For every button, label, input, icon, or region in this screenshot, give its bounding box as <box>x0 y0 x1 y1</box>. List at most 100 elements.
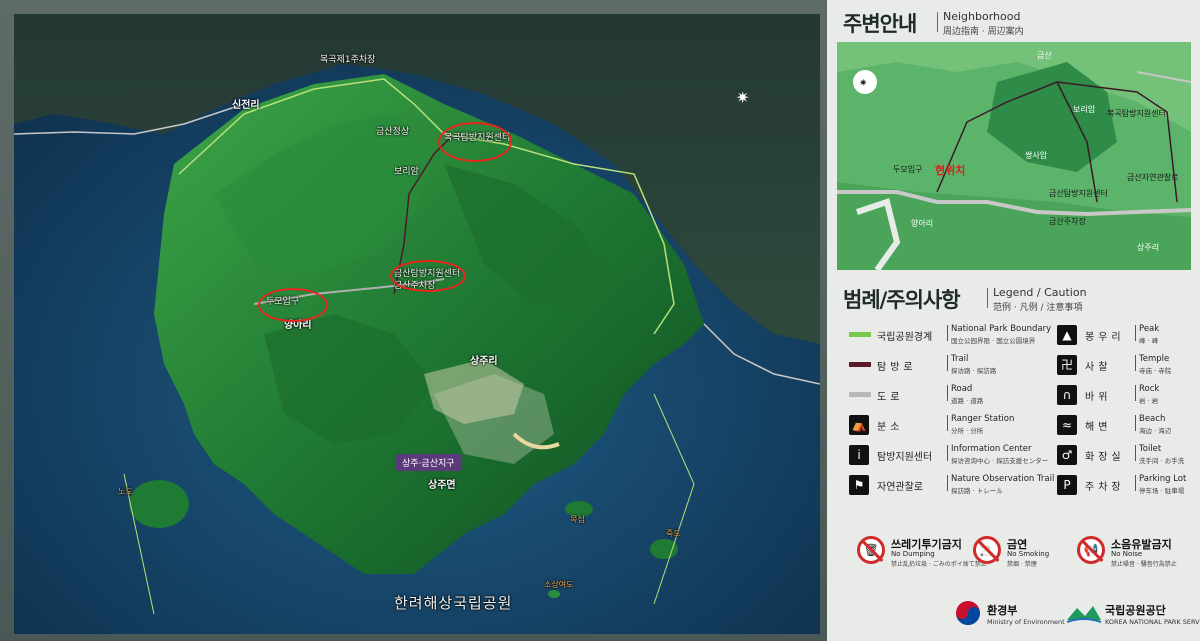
legend-icon: ▲ <box>1057 325 1077 345</box>
legend-label-ko: 봉우리 <box>1085 332 1125 343</box>
knps-name-en: KOREA NATIONAL PARK SERVICE <box>1105 618 1200 626</box>
prohibition-icon: 🗑 <box>857 536 885 564</box>
label-sohong: 소상여도 <box>544 580 574 589</box>
legend-item: ▲ 봉우리 Peak 峰 · 峰 <box>1057 322 1197 348</box>
legend-item: i 탐방지원센터 Information Center 探访咨询中心 · 探訪支援セン… <box>849 442 1049 468</box>
legend-label-sub: 探访咨询中心 · 探訪支援センター <box>951 457 1049 465</box>
nb-doyo-entrance: 두모입구 <box>893 165 923 174</box>
caution-item: 🗑 쓰레기투기금지 No Dumping 禁止乱扔垃圾 · ごみのポイ捨て禁止 <box>857 536 987 572</box>
legend-item: 탐방로 Trail 探访路 · 探訪路 <box>849 352 1049 378</box>
nb-sangsaram: 쌍사암 <box>1025 151 1048 160</box>
legend-line-swatch <box>849 362 871 367</box>
legend-label-ko: 자연관찰로 <box>877 482 923 493</box>
nb-nature-obs: 금산자연관찰로 <box>1127 173 1179 182</box>
caution-label-en: No Dumping <box>891 550 935 558</box>
neighborhood-title-zh: 周边指南 · 周辺案内 <box>943 27 1024 37</box>
taegeuk-icon <box>956 601 980 625</box>
info-panel: 주변안내 Neighborhood 周边指南 · 周辺案内 ✷ 두모입구 현위치… <box>827 0 1200 641</box>
moe-logo: 환경부 Ministry of Environment <box>955 598 1065 634</box>
prohibition-icon: 🚬 <box>973 536 1001 564</box>
legend-item: 국립공원경계 National Park Boundary 国立公园界限 · 国立公… <box>849 322 1051 348</box>
nb-geumsan-ranger: 금산탐방지원센터 <box>1049 189 1108 198</box>
caution-label-en: No Noise <box>1111 550 1143 558</box>
nb-current-location: 현위치 <box>935 164 966 177</box>
highlight-geumsan <box>390 260 466 292</box>
legend-label-ko: 화장실 <box>1085 452 1125 463</box>
moe-name-en: Ministry of Environment <box>987 618 1065 626</box>
district-badge: 상주·금산지구 <box>396 454 461 471</box>
legend-label-en: Information Center <box>951 444 1032 454</box>
caution-item: 🚬 금연 No Smoking 禁烟 · 禁煙 <box>973 536 1093 572</box>
legend-divider <box>947 445 948 461</box>
legend-label-ko: 탐방지원센터 <box>877 452 933 463</box>
knps-logo: 국립공원공단 KOREA NATIONAL PARK SERVICE <box>1067 598 1200 634</box>
label-nohwa-island: 노도 <box>118 487 133 496</box>
legend-label-sub: 峰 · 峰 <box>1139 337 1159 345</box>
legend-item: ≈ 해변 Beach 海边 · 海辺 <box>1057 412 1197 438</box>
caution-label-sub: 禁烟 · 禁煙 <box>1007 561 1037 568</box>
legend-item: ♂ 화장실 Toilet 洗手间 · お手洗 <box>1057 442 1197 468</box>
label-boriam: 보리암 <box>394 167 419 177</box>
legend-label-en: Trail <box>951 354 969 364</box>
legend-icon: ♂ <box>1057 445 1077 465</box>
legend-label-sub: 探訪路 · トレール <box>951 487 1003 495</box>
legend-label-ko: 주차장 <box>1085 482 1125 493</box>
label-bokgok-parking: 복곡제1주차장 <box>320 55 376 65</box>
legend-icon: i <box>849 445 869 465</box>
legend-label-en: Parking Lot <box>1139 474 1187 484</box>
legend-label-en: Temple <box>1139 354 1170 364</box>
legend-label-en: Toilet <box>1139 444 1162 454</box>
label-jeol-island: 죽도 <box>666 529 681 538</box>
legend-title-en: Legend / Caution <box>993 286 1087 299</box>
knps-mountain-icon <box>1067 606 1101 623</box>
neighborhood-title-en: Neighborhood <box>943 10 1021 23</box>
legend-label-ko: 바위 <box>1085 392 1112 403</box>
legend-label-en: Road <box>951 384 973 394</box>
neighborhood-header: 주변안내 Neighborhood 周边指南 · 周辺案内 <box>837 6 1197 38</box>
legend-item: 도로 Road 道路 · 道路 <box>849 382 1049 408</box>
legend-label-sub: 国立公园界限 · 国立公園境界 <box>951 337 1036 345</box>
legend-divider <box>947 415 948 431</box>
legend-icon: 卍 <box>1057 355 1077 375</box>
legend-label-ko: 사찰 <box>1085 362 1112 373</box>
legend-icon: ⚑ <box>849 475 869 495</box>
main-terrain-map: ✷ 신전리 복곡제1주차장 복곡탐방지원센터 금산정상 보리암 금산탐방지원센터… <box>14 14 820 634</box>
legend-icon: ≈ <box>1057 415 1077 435</box>
legend-label-sub: 寺庙 · 寺院 <box>1139 367 1172 375</box>
legend-item: ∩ 바위 Rock 岩 · 岩 <box>1057 382 1197 408</box>
label-sinjeon-ri: 신전리 <box>232 100 260 111</box>
legend-label-ko: 해변 <box>1085 422 1112 433</box>
legend-title-zh: 范例 · 凡例 / 注意事項 <box>993 303 1083 313</box>
knps-name: 국립공원공단 <box>1105 604 1166 617</box>
legend-icon: ⛺ <box>849 415 869 435</box>
nb-boriam: 보리암 <box>1073 105 1096 114</box>
label-sangju-myeon: 상주면 <box>428 480 456 491</box>
terrain-drawing <box>14 14 820 634</box>
highlight-bokgok <box>438 122 512 162</box>
legend-label-sub: 洗手间 · お手洗 <box>1139 457 1185 465</box>
legend-label-ko: 도로 <box>877 392 904 403</box>
legend-item: ⚑ 자연관찰로 Nature Observation Trail 探訪路 · トレール <box>849 472 1054 498</box>
legend-label-en: Rock <box>1139 384 1160 394</box>
legend-label-sub: 探访路 · 探訪路 <box>951 367 997 375</box>
nb-bokgok-center: 복곡탐방지원센터 <box>1107 109 1166 118</box>
legend-divider <box>947 475 948 491</box>
legend-divider <box>1135 475 1136 491</box>
compass-icon: ✷ <box>736 88 750 107</box>
legend-label-sub: 岩 · 岩 <box>1139 397 1159 405</box>
legend-label-ko: 분소 <box>877 422 904 433</box>
legend-item: P 주차장 Parking Lot 停车场 · 駐車場 <box>1057 472 1197 498</box>
prohibition-icon: 📢 <box>1077 536 1105 564</box>
nb-sangju-ri: 상주리 <box>1137 243 1160 252</box>
legend-header: 범례/주의사항 Legend / Caution 范例 · 凡例 / 注意事項 <box>837 282 1197 314</box>
highlight-doyo <box>258 288 328 322</box>
label-sea-park: 한려해상국립공원 <box>394 594 513 612</box>
legend-label-en: Peak <box>1139 324 1160 334</box>
legend-icon: P <box>1057 475 1077 495</box>
legend-icon: ∩ <box>1057 385 1077 405</box>
legend-item: 卍 사찰 Temple 寺庙 · 寺院 <box>1057 352 1197 378</box>
legend-label-sub: 海边 · 海辺 <box>1139 427 1172 435</box>
legend-label-ko: 국립공원경계 <box>877 332 933 343</box>
legend-label-sub: 停车场 · 駐車場 <box>1139 487 1185 495</box>
legend-item: ⛺ 분소 Ranger Station 分所 · 分所 <box>849 412 1049 438</box>
